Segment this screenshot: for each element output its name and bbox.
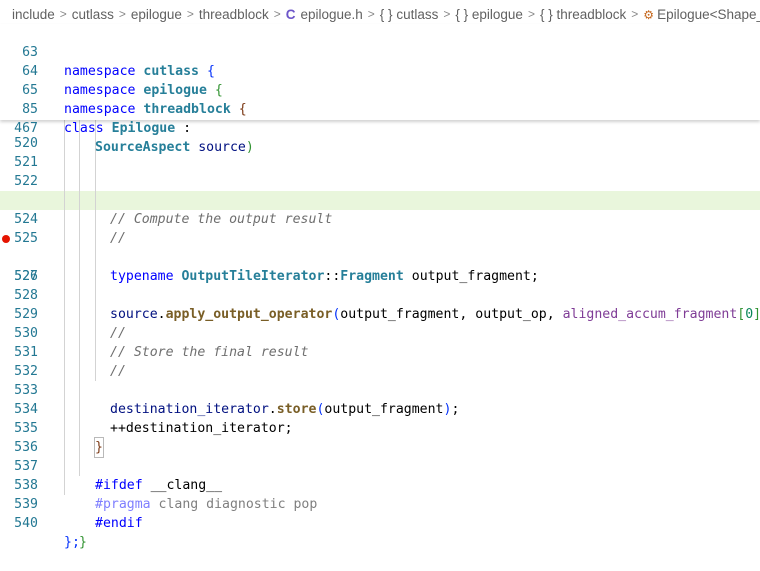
sticky-line[interactable]: 65 namespace threadblock { (0, 62, 760, 117)
breadcrumb-symbol-class-label: Epilogue<Shape_, (657, 6, 760, 22)
breadcrumb-file[interactable]: Cepilogue.h (286, 7, 363, 22)
breadcrumb-threadblock[interactable]: threadblock (199, 7, 269, 22)
class-name: Epilogue (111, 121, 176, 136)
code-line[interactable]: 529 // Store the final result (0, 286, 760, 360)
breakpoint-icon[interactable] (2, 235, 10, 243)
class-icon: ⚙ (643, 7, 655, 22)
code-line[interactable]: 537 #pragma clang diagnostic pop (0, 438, 760, 512)
breadcrumb-file-label: epilogue.h (300, 6, 363, 22)
c-file-icon: C (285, 6, 296, 22)
code-line[interactable]: 523 // (0, 172, 760, 246)
code-line[interactable]: 528 // (0, 267, 760, 341)
sticky-line[interactable]: 85 class Epilogue : (0, 81, 760, 136)
breadcrumb-symbol-class[interactable]: ⚙ Epilogue<Shape_, (643, 7, 760, 22)
code-line[interactable]: 531 (0, 324, 760, 360)
code-line[interactable]: 536 #ifdef __clang__ (0, 419, 760, 493)
sticky-line[interactable]: 64 namespace epilogue { (0, 43, 760, 98)
code-line[interactable]: 540 }; (0, 495, 760, 550)
param-name: source (198, 140, 246, 155)
chevron-right-icon: > (273, 7, 281, 21)
code-line[interactable]: 535 (0, 400, 760, 436)
breadcrumb-symbol-epilogue[interactable]: { } epilogue (455, 7, 523, 22)
code-line-breakpoint[interactable]: 526 source.apply_output_operator(output_… (0, 229, 760, 322)
line-number: 467 (14, 121, 38, 136)
breadcrumb-epilogue[interactable]: epilogue (131, 7, 182, 22)
code-editor[interactable]: 520 521 // 522 // Compute the output res… (0, 115, 760, 550)
colon: : (175, 121, 192, 136)
sticky-line[interactable]: 467 SourceAspect source) (0, 100, 760, 155)
code-line[interactable]: 534 } (0, 381, 760, 458)
code-line[interactable]: 533 ++destination_iterator; (0, 362, 760, 436)
breadcrumb-symbol-threadblock[interactable]: { } threadblock (540, 7, 626, 22)
chevron-right-icon: > (367, 7, 375, 21)
chevron-right-icon: > (443, 7, 451, 21)
closing-brace: }; (64, 535, 80, 550)
breadcrumb-include[interactable]: include (12, 7, 55, 22)
current-line[interactable]: 524 (0, 191, 760, 227)
sticky-line[interactable]: 63 namespace cutlass { (0, 24, 760, 79)
code-line[interactable]: 527 (0, 248, 760, 284)
code-text: SourceAspect source) (95, 138, 254, 157)
code-line[interactable]: 525 typename OutputTileIterator::Fragmen… (0, 210, 760, 284)
chevron-right-icon: > (59, 7, 67, 21)
breadcrumb-cutlass[interactable]: cutlass (72, 7, 114, 22)
sticky-scroll-header: 63 namespace cutlass { 64 namespace epil… (0, 24, 760, 155)
chevron-right-icon: > (631, 7, 639, 21)
chevron-right-icon: > (186, 7, 194, 21)
type-name: SourceAspect (95, 140, 191, 155)
code-line[interactable]: 532 destination_iterator.store(output_fr… (0, 343, 760, 417)
code-line[interactable]: 538 #endif (0, 457, 760, 531)
closing-brace: } (79, 535, 87, 550)
code-text: class Epilogue : (64, 119, 191, 138)
keyword: class (64, 121, 104, 136)
code-line[interactable]: 530 // (0, 305, 760, 379)
breadcrumb-symbol-cutlass[interactable]: { } cutlass (380, 7, 439, 22)
paren: ) (245, 140, 254, 155)
code-line[interactable]: 539 } (0, 476, 760, 550)
chevron-right-icon: > (118, 7, 126, 21)
chevron-right-icon: > (527, 7, 535, 21)
